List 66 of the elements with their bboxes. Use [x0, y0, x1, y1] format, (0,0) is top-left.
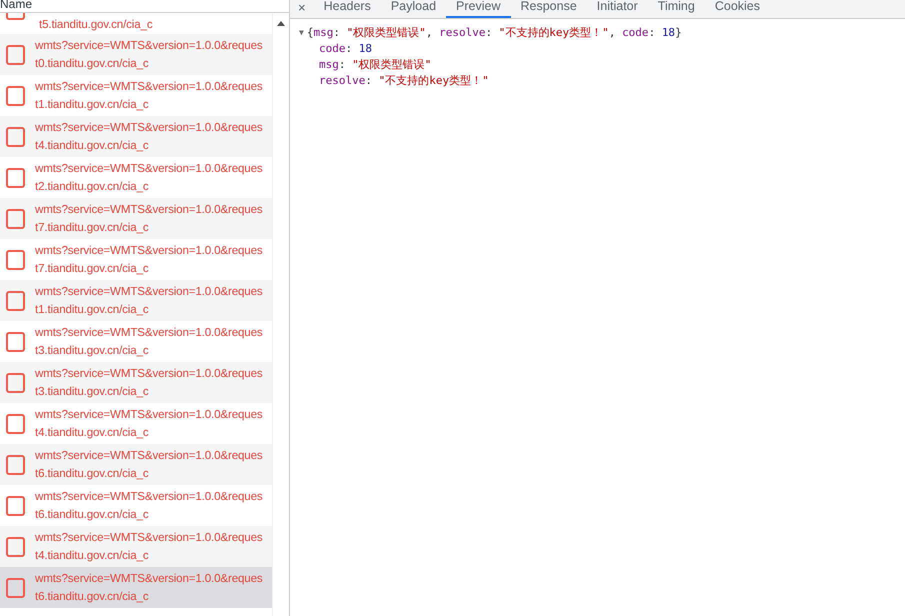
request-host: t6.tianditu.gov.cn/cia_c: [35, 506, 150, 522]
request-name: wmts?service=WMTS&version=1.0.0&reques: [35, 488, 263, 504]
request-name: wmts?service=WMTS&version=1.0.0&reques: [35, 242, 263, 258]
request-row[interactable]: wmts?service=WMTS&version=1.0.0&reques t4.tianditu.gov.cn/cia_c: [0, 116, 272, 157]
tab[interactable]: Preview: [446, 0, 510, 18]
document-icon: [6, 372, 25, 392]
request-host: t4.tianditu.gov.cn/cia_c: [35, 548, 150, 564]
request-name: wmts?service=WMTS&version=1.0.0&reques: [35, 406, 263, 422]
request-row[interactable]: wmts?service=WMTS&version=1.0.0&reques t6.tianditu.gov.cn/cia_c: [0, 444, 272, 485]
request-row[interactable]: wmts?service=WMTS&version=1.0.0&reques t7.tianditu.gov.cn/cia_c: [0, 198, 272, 239]
request-name: wmts?service=WMTS&version=1.0.0&reques: [35, 284, 263, 300]
tab[interactable]: Cookies: [704, 0, 770, 18]
request-row[interactable]: wmts?service=WMTS&version=1.0.0&reques t6.tianditu.gov.cn/cia_c: [0, 567, 272, 608]
request-host: t5.tianditu.gov.cn/cia_c: [39, 17, 152, 33]
document-icon: [6, 414, 25, 434]
tab[interactable]: Payload: [380, 0, 446, 18]
tab[interactable]: Response: [510, 0, 587, 18]
request-name: wmts?service=WMTS&version=1.0.0&reques: [35, 160, 263, 176]
document-icon: [6, 496, 25, 516]
request-name: wmts?service=WMTS&version=1.0.0&reques: [35, 78, 263, 94]
document-icon: [6, 578, 25, 598]
request-name: wmts?service=WMTS&version=1.0.0&reques: [35, 120, 263, 136]
request-host: t1.tianditu.gov.cn/cia_c: [35, 96, 150, 112]
tab[interactable]: Timing: [648, 0, 705, 18]
document-icon: [6, 126, 25, 146]
request-host: t6.tianditu.gov.cn/cia_c: [35, 588, 150, 604]
json-property: code: 18: [318, 41, 373, 57]
request-host: t4.tianditu.gov.cn/cia_c: [35, 424, 150, 440]
document-icon: [6, 536, 25, 556]
request-name: wmts?service=WMTS&version=1.0.0&reques: [35, 38, 263, 54]
request-name: wmts?service=WMTS&version=1.0.0&reques: [35, 324, 263, 340]
document-icon: [6, 208, 25, 228]
request-row[interactable]: wmts?service=WMTS&version=1.0.0&reques t3.tianditu.gov.cn/cia_c: [0, 362, 272, 403]
request-row[interactable]: wmts?service=WMTS&version=1.0.0&reques t4.tianditu.gov.cn/cia_c: [0, 526, 272, 567]
request-host: t0.tianditu.gov.cn/cia_c: [35, 56, 150, 72]
request-host: t3.tianditu.gov.cn/cia_c: [35, 384, 150, 400]
request-name: wmts?service=WMTS&version=1.0.0&reques: [35, 366, 263, 382]
request-host: t6.tianditu.gov.cn/cia_c: [35, 466, 150, 482]
request-row[interactable]: wmts?service=WMTS&version=1.0.0&reques t0.tianditu.gov.cn/cia_c: [0, 34, 272, 75]
request-name: wmts?service=WMTS&version=1.0.0&reques: [35, 448, 263, 464]
name-column-header[interactable]: Name: [0, 0, 289, 13]
request-row[interactable]: wmts?service=WMTS&version=1.0.0&reques t1.tianditu.gov.cn/cia_c: [0, 280, 272, 321]
request-name: wmts?service=WMTS&version=1.0.0&reques: [35, 570, 263, 586]
document-icon: [6, 332, 25, 352]
request-host: t4.tianditu.gov.cn/cia_c: [35, 138, 150, 154]
request-name: wmts?service=WMTS&version=1.0.0&reques: [35, 202, 263, 218]
request-host: t3.tianditu.gov.cn/cia_c: [35, 342, 150, 358]
document-icon: [6, 168, 25, 188]
document-icon: [6, 250, 25, 270]
json-summary: {msg: "权限类型错误", resolve: "不支持的key类型！", code: 18}: [306, 25, 682, 41]
expand-toggle[interactable]: ▼: [299, 25, 304, 41]
request-host: t2.tianditu.gov.cn/cia_c: [35, 178, 150, 194]
tab[interactable]: Initiator: [586, 0, 648, 18]
scroll-up-icon[interactable]: [277, 21, 285, 26]
document-icon: [6, 290, 25, 310]
document-icon: [6, 44, 25, 64]
document-icon: [6, 13, 25, 20]
request-host: t7.tianditu.gov.cn/cia_c: [35, 260, 150, 276]
tab[interactable]: Headers: [314, 0, 381, 18]
request-host: t7.tianditu.gov.cn/cia_c: [35, 220, 150, 236]
json-property: resolve: "不支持的key类型！": [318, 73, 490, 89]
json-property: msg: "权限类型错误": [318, 57, 432, 73]
request-host: t1.tianditu.gov.cn/cia_c: [35, 302, 150, 318]
document-icon: [6, 86, 25, 106]
request-name: wmts?service=WMTS&version=1.0.0&reques: [35, 530, 263, 546]
document-icon: [6, 454, 25, 474]
